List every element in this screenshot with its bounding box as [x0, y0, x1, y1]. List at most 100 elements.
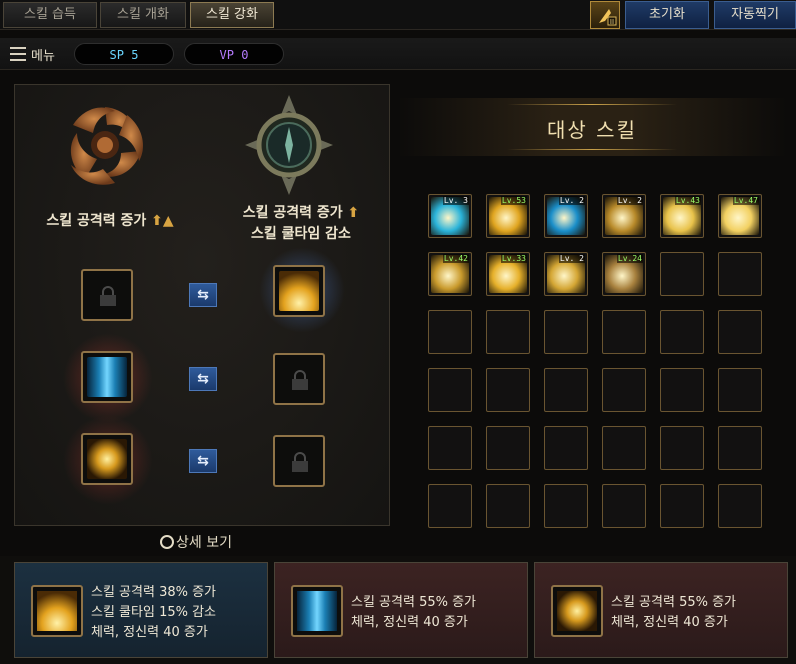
header-divider-top — [507, 104, 677, 105]
up-arrow-icon: ⬆ — [347, 205, 360, 221]
skill-level-badge: Lv.24 — [616, 254, 643, 263]
swap-button-1[interactable]: ⇆ — [189, 283, 217, 307]
enhance-slot-2-left[interactable] — [81, 351, 133, 403]
right-column-title: 스킬 공격력 증가 ⬆ 스킬 쿨타임 감소 — [211, 203, 391, 245]
skill-level-badge: Lv.47 — [732, 196, 759, 205]
up-arrows-icon: ⬆▲ — [151, 213, 174, 229]
vp-counter: VP 0 — [184, 43, 284, 65]
empty-skill-slot[interactable] — [544, 484, 588, 528]
left-column-title: 스킬 공격력 증가 ⬆▲ — [17, 211, 203, 232]
target-skill-slot[interactable]: Lv.42 — [428, 252, 472, 296]
compass-emblem-icon — [245, 95, 333, 195]
empty-skill-slot[interactable] — [486, 310, 530, 354]
target-skill-title: 대상 스킬 — [547, 118, 637, 142]
enhance-slot-1-right[interactable] — [273, 265, 325, 317]
gold-burst-skill-icon — [37, 591, 77, 631]
empty-skill-slot[interactable] — [602, 484, 646, 528]
empty-skill-slot[interactable] — [660, 484, 704, 528]
bonus-line: 스킬 쿨타임 15% 감소 — [91, 605, 217, 620]
sp-counter: SP 5 — [74, 43, 174, 65]
gold-sun-skill-icon — [87, 439, 127, 479]
swap-button-3[interactable]: ⇆ — [189, 449, 217, 473]
header-divider-bottom — [507, 149, 677, 150]
empty-skill-slot[interactable] — [544, 310, 588, 354]
magnifier-icon — [160, 535, 174, 549]
target-skill-header: 대상 스킬 — [397, 98, 787, 156]
feather-icon: II — [599, 9, 617, 26]
skill-level-badge: Lv.43 — [674, 196, 701, 205]
skill-level-badge: Lv.33 — [500, 254, 527, 263]
target-skill-slot[interactable]: Lv. 2 — [602, 194, 646, 238]
detail-view-link[interactable]: 상세 보기 — [160, 532, 232, 552]
bonus-card-icon — [31, 585, 83, 637]
empty-skill-slot[interactable] — [486, 426, 530, 470]
tab-skill-enhance[interactable]: 스킬 강화 — [190, 2, 274, 28]
bonus-card-2[interactable]: 스킬 공격력 55% 증가 체력, 정신력 40 증가 — [274, 562, 528, 658]
tab-skill-bloom[interactable]: 스킬 개화 — [100, 2, 186, 28]
empty-skill-slot[interactable] — [660, 252, 704, 296]
swirl-emblem-icon — [70, 107, 143, 185]
bonus-card-1[interactable]: 스킬 공격력 38% 증가 스킬 쿨타임 15% 감소 체력, 정신력 40 증… — [14, 562, 268, 658]
target-skill-slot[interactable]: Lv.47 — [718, 194, 762, 238]
tab-skill-learn[interactable]: 스킬 습득 — [3, 2, 97, 28]
empty-skill-slot[interactable] — [428, 426, 472, 470]
enhance-slot-3-right[interactable] — [273, 435, 325, 487]
top-tab-bar: 스킬 습득 스킬 개화 스킬 강화 II 초기화 자동찍기 — [0, 0, 796, 30]
skill-level-badge: Lv. 2 — [558, 196, 585, 205]
feather-icon-button[interactable]: II — [590, 1, 620, 29]
target-skill-slot[interactable]: Lv.24 — [602, 252, 646, 296]
skill-level-badge: Lv.42 — [442, 254, 469, 263]
empty-skill-slot[interactable] — [718, 426, 762, 470]
target-skill-slot[interactable]: Lv.53 — [486, 194, 530, 238]
empty-skill-slot[interactable] — [660, 368, 704, 412]
empty-skill-slot[interactable] — [428, 310, 472, 354]
lock-icon — [100, 286, 116, 306]
lock-icon — [292, 370, 308, 390]
menu-row: 메뉴 SP 5 VP 0 — [0, 38, 796, 70]
svg-text:II: II — [610, 18, 614, 26]
empty-skill-slot[interactable] — [718, 252, 762, 296]
swap-button-2[interactable]: ⇆ — [189, 367, 217, 391]
empty-skill-slot[interactable] — [718, 484, 762, 528]
enhance-slot-3-left[interactable] — [81, 433, 133, 485]
bonus-card-3[interactable]: 스킬 공격력 55% 증가 체력, 정신력 40 증가 — [534, 562, 788, 658]
empty-skill-slot[interactable] — [660, 310, 704, 354]
empty-skill-slot[interactable] — [602, 310, 646, 354]
bonus-line: 스킬 공격력 38% 증가 — [91, 585, 217, 600]
auto-assign-button[interactable]: 자동찍기 — [714, 1, 796, 29]
target-skill-slot[interactable]: Lv. 2 — [544, 194, 588, 238]
bonus-card-bar: 스킬 공격력 38% 증가 스킬 쿨타임 15% 감소 체력, 정신력 40 증… — [0, 556, 796, 664]
skill-level-badge: Lv. 2 — [616, 196, 643, 205]
empty-skill-slot[interactable] — [718, 310, 762, 354]
bonus-line: 스킬 공격력 55% 증가 — [611, 595, 737, 610]
empty-skill-slot[interactable] — [428, 484, 472, 528]
hamburger-menu-icon[interactable] — [10, 47, 26, 61]
empty-skill-slot[interactable] — [718, 368, 762, 412]
empty-skill-slot[interactable] — [544, 368, 588, 412]
enhance-slot-1-left[interactable] — [81, 269, 133, 321]
empty-skill-slot[interactable] — [660, 426, 704, 470]
reset-button[interactable]: 초기화 — [625, 1, 709, 29]
empty-skill-slot[interactable] — [486, 368, 530, 412]
target-skill-slot[interactable]: Lv. 3 — [428, 194, 472, 238]
right-title-line1: 스킬 공격력 증가 — [242, 205, 343, 221]
menu-label[interactable]: 메뉴 — [31, 45, 55, 64]
empty-skill-slot[interactable] — [486, 484, 530, 528]
skill-level-badge: Lv. 2 — [558, 254, 585, 263]
bonus-line: 체력, 정신력 40 증가 — [611, 615, 728, 630]
skill-level-badge: Lv. 3 — [442, 196, 469, 205]
empty-skill-slot[interactable] — [544, 426, 588, 470]
blue-pillar-skill-icon — [297, 591, 337, 631]
bonus-card-icon — [551, 585, 603, 637]
enhance-slot-2-right[interactable] — [273, 353, 325, 405]
gold-sun-skill-icon — [557, 591, 597, 631]
target-skill-slot[interactable]: Lv. 2 — [544, 252, 588, 296]
empty-skill-slot[interactable] — [602, 368, 646, 412]
left-title-text: 스킬 공격력 증가 — [46, 213, 147, 229]
empty-skill-slot[interactable] — [428, 368, 472, 412]
lock-icon — [292, 452, 308, 472]
empty-skill-slot[interactable] — [602, 426, 646, 470]
target-skill-slot[interactable]: Lv.43 — [660, 194, 704, 238]
blue-pillar-skill-icon — [87, 357, 127, 397]
target-skill-slot[interactable]: Lv.33 — [486, 252, 530, 296]
